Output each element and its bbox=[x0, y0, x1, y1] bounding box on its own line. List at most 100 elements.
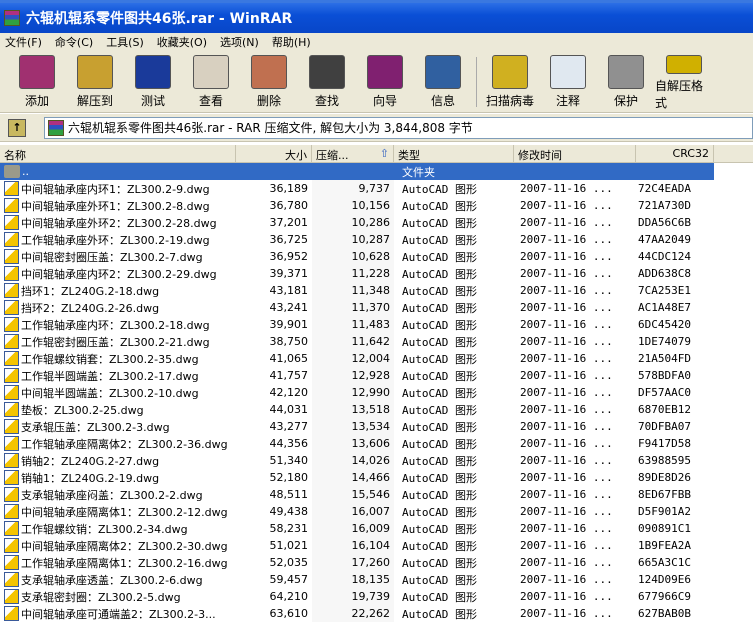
file-row[interactable]: 支承辊轴承座透盖：ZL300.2-6.dwg 59,457 18,135 AutoCA… bbox=[0, 571, 753, 588]
file-row[interactable]: 中间辊轴承座内环2：ZL300.2-29.dwg 39,371 11,228 Auto… bbox=[0, 265, 753, 282]
menu-item-1[interactable]: 命令(C) bbox=[50, 34, 98, 50]
file-row[interactable]: 支承辊密封圈：ZL300.2-5.dwg 64,210 19,739 AutoCAD … bbox=[0, 588, 753, 605]
file-type: AutoCAD 图形 bbox=[402, 420, 477, 434]
toolbar-label: 查看 bbox=[198, 94, 223, 108]
file-row[interactable]: 中间辊轴承座外环2：ZL300.2-28.dwg 37,201 10,286 Auto… bbox=[0, 214, 753, 231]
file-modified: 2007-11-16 ... bbox=[520, 216, 613, 229]
file-name: 中间辊轴承座内环1：ZL300.2-9.dwg bbox=[21, 182, 210, 196]
file-modified: 2007-11-16 ... bbox=[520, 505, 613, 518]
virus-scan-icon bbox=[492, 55, 528, 89]
column-modified[interactable]: 修改时间 bbox=[514, 145, 636, 163]
file-row[interactable]: 销轴1：ZL240G.2-19.dwg 52,180 14,466 AutoCAD 图… bbox=[0, 469, 753, 486]
file-modified: 2007-11-16 ... bbox=[520, 352, 613, 365]
menu-item-3[interactable]: 收藏夹(O) bbox=[152, 34, 212, 50]
file-row[interactable]: 工作辊轴承座外环：ZL300.2-19.dwg 36,725 10,287 AutoC… bbox=[0, 231, 753, 248]
wizard-icon bbox=[367, 55, 403, 89]
toolbar-button-find[interactable]: 查找 bbox=[298, 51, 356, 111]
toolbar-label: 信息 bbox=[430, 94, 455, 108]
toolbar-button-protect[interactable]: 保护 bbox=[597, 51, 655, 111]
dwg-file-icon bbox=[4, 538, 19, 553]
file-size: 51,021 bbox=[269, 539, 309, 552]
file-packed-size: 12,990 bbox=[312, 384, 394, 401]
file-name: 中间辊轴承座隔离体1：ZL300.2-12.dwg bbox=[21, 505, 228, 519]
dwg-file-icon bbox=[4, 402, 19, 417]
file-size: 49,438 bbox=[269, 505, 309, 518]
toolbar-button-test[interactable]: 测试 bbox=[124, 51, 182, 111]
file-row[interactable]: 工作辊螺纹销套：ZL300.2-35.dwg 41,065 12,004 AutoCA… bbox=[0, 350, 753, 367]
file-row[interactable]: 工作辊密封圈压盖：ZL300.2-21.dwg 38,750 11,642 AutoC… bbox=[0, 333, 753, 350]
menu-item-2[interactable]: 工具(S) bbox=[101, 34, 149, 50]
dwg-file-icon bbox=[4, 198, 19, 213]
file-size: 44,031 bbox=[269, 403, 309, 416]
file-row[interactable]: 销轴2：ZL240G.2-27.dwg 51,340 14,026 AutoCAD 图… bbox=[0, 452, 753, 469]
file-row[interactable]: 中间辊半圆端盖：ZL300.2-10.dwg 42,120 12,990 AutoCA… bbox=[0, 384, 753, 401]
dwg-file-icon bbox=[4, 266, 19, 281]
column-packed-label: 压缩... bbox=[316, 149, 349, 162]
file-modified: 2007-11-16 ... bbox=[520, 437, 613, 450]
column-type[interactable]: 类型 bbox=[394, 145, 514, 163]
column-name[interactable]: 名称 bbox=[0, 145, 236, 163]
column-packed[interactable]: 压缩... ⇧ bbox=[312, 145, 394, 163]
file-packed-size: 9,737 bbox=[312, 180, 394, 197]
toolbar-button-view[interactable]: 查看 bbox=[182, 51, 240, 111]
toolbar-button-delete[interactable]: 删除 bbox=[240, 51, 298, 111]
file-row[interactable]: 工作辊轴承座隔离体1：ZL300.2-16.dwg 52,035 17,260 Aut… bbox=[0, 554, 753, 571]
file-row[interactable]: 中间辊轴承座外环1：ZL300.2-8.dwg 36,780 10,156 AutoC… bbox=[0, 197, 753, 214]
toolbar-label: 删除 bbox=[256, 94, 281, 108]
column-size[interactable]: 大小 bbox=[236, 145, 312, 163]
file-crc: 72C4EADA bbox=[638, 182, 691, 195]
file-crc: ADD638C8 bbox=[638, 267, 691, 280]
file-row[interactable]: 工作辊半圆端盖：ZL300.2-17.dwg 41,757 12,928 AutoCA… bbox=[0, 367, 753, 384]
file-packed-size: 11,642 bbox=[312, 333, 394, 350]
menu-item-0[interactable]: 文件(F) bbox=[0, 34, 47, 50]
file-crc: 70DFBA07 bbox=[638, 420, 691, 433]
file-name: 工作辊螺纹销套：ZL300.2-35.dwg bbox=[21, 352, 199, 366]
file-row[interactable]: 中间辊轴承座可通端盖2：ZL300.2-3... 63,610 22,262 Auto… bbox=[0, 605, 753, 622]
column-crc[interactable]: CRC32 bbox=[636, 145, 714, 163]
address-field[interactable]: 六辊机辊系零件图共46张.rar - RAR 压缩文件, 解包大小为 3,844… bbox=[44, 116, 753, 139]
file-row[interactable]: 工作辊螺纹销：ZL300.2-34.dwg 58,231 16,009 AutoCAD… bbox=[0, 520, 753, 537]
window-title: 六辊机辊系零件图共46张.rar - WinRAR bbox=[26, 11, 293, 27]
file-size: 37,201 bbox=[269, 216, 309, 229]
file-packed-size: 11,370 bbox=[312, 299, 394, 316]
file-type: AutoCAD 图形 bbox=[402, 216, 477, 230]
file-row[interactable]: 支承辊压盖：ZL300.2-3.dwg 43,277 13,534 AutoCAD 图… bbox=[0, 418, 753, 435]
file-row[interactable]: 支承辊轴承座闷盖：ZL300.2-2.dwg 48,511 15,546 AutoCA… bbox=[0, 486, 753, 503]
file-row[interactable]: 中间辊轴承座内环1：ZL300.2-9.dwg 36,189 9,737 AutoCA… bbox=[0, 180, 753, 197]
file-row[interactable]: 中间辊密封圈压盖：ZL300.2-7.dwg 36,952 10,628 AutoCA… bbox=[0, 248, 753, 265]
file-name: 中间辊轴承座可通端盖2：ZL300.2-3... bbox=[21, 607, 216, 621]
title-bar: 六辊机辊系零件图共46张.rar - WinRAR bbox=[0, 0, 753, 33]
toolbar-button-add-archive[interactable]: 添加 bbox=[8, 51, 66, 111]
file-row[interactable]: 挡环1：ZL240G.2-18.dwg 43,181 11,348 AutoCAD 图… bbox=[0, 282, 753, 299]
toolbar-separator bbox=[476, 57, 477, 107]
toolbar-button-sfx[interactable]: 自解压格式 bbox=[655, 51, 713, 111]
file-type: AutoCAD 图形 bbox=[402, 335, 477, 349]
file-crc: 665A3C1C bbox=[638, 556, 691, 569]
dwg-file-icon bbox=[4, 385, 19, 400]
toolbar-button-virus-scan[interactable]: 扫描病毒 bbox=[481, 51, 539, 111]
dwg-file-icon bbox=[4, 317, 19, 332]
file-packed-size: 11,483 bbox=[312, 316, 394, 333]
file-row[interactable]: 工作辊轴承座内环：ZL300.2-18.dwg 39,901 11,483 AutoC… bbox=[0, 316, 753, 333]
file-name: 中间辊轴承座内环2：ZL300.2-29.dwg bbox=[21, 267, 217, 281]
file-row[interactable]: 中间辊轴承座隔离体1：ZL300.2-12.dwg 49,438 16,007 Aut… bbox=[0, 503, 753, 520]
toolbar-button-extract-to[interactable]: 解压到 bbox=[66, 51, 124, 111]
file-type: AutoCAD 图形 bbox=[402, 590, 477, 604]
file-row[interactable]: 中间辊轴承座隔离体2：ZL300.2-30.dwg 51,021 16,104 Aut… bbox=[0, 537, 753, 554]
menu-item-5[interactable]: 帮助(H) bbox=[267, 34, 316, 50]
toolbar-button-comment[interactable]: 注释 bbox=[539, 51, 597, 111]
file-modified: 2007-11-16 ... bbox=[520, 454, 613, 467]
toolbar-button-info[interactable]: 信息 bbox=[414, 51, 472, 111]
file-packed-size: 16,007 bbox=[312, 503, 394, 520]
file-crc: 44CDC124 bbox=[638, 250, 691, 263]
file-row[interactable]: 工作辊轴承座隔离体2：ZL300.2-36.dwg 44,356 13,606 Aut… bbox=[0, 435, 753, 452]
file-modified: 2007-11-16 ... bbox=[520, 590, 613, 603]
file-row[interactable]: 挡环2：ZL240G.2-26.dwg 43,241 11,370 AutoCAD 图… bbox=[0, 299, 753, 316]
file-name: .. bbox=[22, 165, 29, 178]
menu-item-4[interactable]: 选项(N) bbox=[215, 34, 264, 50]
parent-folder-row[interactable]: .. 文件夹 bbox=[0, 163, 714, 180]
toolbar-button-wizard[interactable]: 向导 bbox=[356, 51, 414, 111]
file-name: 支承辊轴承座闷盖：ZL300.2-2.dwg bbox=[21, 488, 203, 502]
up-folder-button[interactable]: ↑ bbox=[8, 118, 26, 137]
file-row[interactable]: 垫板：ZL300.2-25.dwg 44,031 13,518 AutoCAD 图形 2… bbox=[0, 401, 753, 418]
